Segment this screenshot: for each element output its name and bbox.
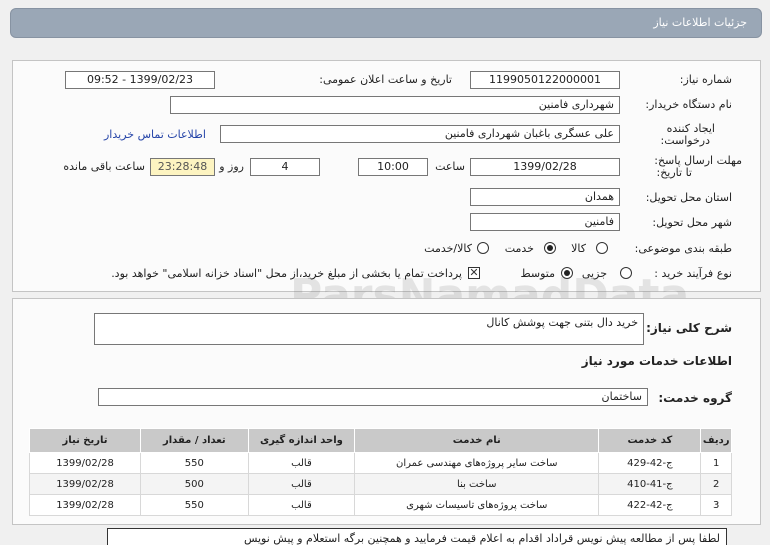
quantity: 500 xyxy=(140,473,249,495)
service-code: ج-42-429 xyxy=(598,452,702,474)
category-goods-service-radio[interactable] xyxy=(477,242,489,254)
category-service-label: خدمت xyxy=(504,242,534,255)
service-name: ساخت بنا xyxy=(354,473,600,495)
city-field: فامنین xyxy=(470,213,620,231)
process-minor-radio[interactable] xyxy=(620,267,632,279)
service-group-field: ساختمان xyxy=(98,388,648,406)
buyer-org-label: نام دستگاه خریدار: xyxy=(645,98,732,111)
days-label: روز و xyxy=(219,160,244,173)
treasury-payment-label: پرداخت تمام یا بخشی از مبلغ خرید،از محل … xyxy=(111,267,462,280)
service-name: ساخت سایر پروژه‌های مهندسی عمران xyxy=(354,452,600,474)
buyer-notes-field: لطفا پس از مطالعه پیش نویس قراداد اقدام … xyxy=(107,528,727,545)
need-info-panel xyxy=(12,60,761,292)
table-header-row: ردیف کد خدمت نام خدمت واحد اندازه گیری ت… xyxy=(28,428,732,453)
need-number-label: شماره نیاز: xyxy=(679,73,732,86)
row-number: 3 xyxy=(700,494,732,516)
col-quantity: تعداد / مقدار xyxy=(140,428,249,453)
summary-field: خرید دال بتنی جهت پوشش کانال xyxy=(94,313,644,345)
services-table: ردیف کد خدمت نام خدمت واحد اندازه گیری ت… xyxy=(28,428,732,516)
buyer-org-field: شهرداری فامنین xyxy=(170,96,620,114)
table-row: 3 ج-42-422 ساخت پروژه‌های تاسیسات شهری ق… xyxy=(28,494,732,516)
service-group-label: گروه خدمت: xyxy=(658,391,732,405)
deadline-time-label: ساعت xyxy=(435,160,465,173)
need-number-field: 1199050122000001 xyxy=(470,71,620,89)
deadline-time-field: 10:00 xyxy=(358,158,428,176)
deadline-date-field: 1399/02/28 xyxy=(470,158,620,176)
province-field: همدان xyxy=(470,188,620,206)
unit: قالب xyxy=(247,452,356,474)
deadline-label-2: تا تاریخ: xyxy=(656,166,692,179)
quantity: 550 xyxy=(140,452,249,474)
service-name: ساخت پروژه‌های تاسیسات شهری xyxy=(354,494,600,516)
col-row-number: ردیف xyxy=(700,428,732,453)
table-row: 2 ج-41-410 ساخت بنا قالب 500 1399/02/28 xyxy=(28,473,732,495)
remaining-time-label: ساعت باقی مانده xyxy=(63,160,145,173)
quantity: 550 xyxy=(140,494,249,516)
process-minor-label: جزیی xyxy=(581,267,607,280)
need-date: 1399/02/28 xyxy=(28,494,142,516)
creator-field: علی عسگری باغبان شهرداری فامنین xyxy=(220,125,620,143)
need-date: 1399/02/28 xyxy=(28,473,142,495)
category-goods-radio[interactable] xyxy=(596,242,608,254)
page-header: جزئیات اطلاعات نیاز xyxy=(10,8,762,38)
province-label: استان محل تحویل: xyxy=(645,191,732,204)
need-date: 1399/02/28 xyxy=(28,452,142,474)
table-row: 1 ج-42-429 ساخت سایر پروژه‌های مهندسی عم… xyxy=(28,452,732,474)
col-service-name: نام خدمت xyxy=(354,428,600,453)
remaining-days-field: 4 xyxy=(250,158,320,176)
announce-datetime-label: تاریخ و ساعت اعلان عمومی: xyxy=(319,73,452,86)
page-title: جزئیات اطلاعات نیاز xyxy=(653,16,747,29)
unit: قالب xyxy=(247,494,356,516)
row-number: 1 xyxy=(700,452,732,474)
city-label: شهر محل تحویل: xyxy=(652,216,732,229)
services-section-title: اطلاعات خدمات مورد نیاز xyxy=(581,354,732,368)
summary-label: شرح کلی نیاز: xyxy=(646,321,732,335)
process-medium-radio[interactable] xyxy=(561,267,573,279)
category-goods-label: کالا xyxy=(571,242,586,255)
col-unit: واحد اندازه گیری xyxy=(247,428,356,453)
process-label: نوع فرآیند خرید : xyxy=(654,267,732,280)
creator-label-2: درخواست: xyxy=(660,134,710,147)
category-label: طبقه بندی موضوعی: xyxy=(634,242,732,255)
remaining-time-field: 23:28:48 xyxy=(150,158,215,176)
col-need-date: تاریخ نیاز xyxy=(28,428,142,453)
service-code: ج-42-422 xyxy=(598,494,702,516)
announce-datetime-field: 1399/02/23 - 09:52 xyxy=(65,71,215,89)
service-code: ج-41-410 xyxy=(598,473,702,495)
buyer-contact-link[interactable]: اطلاعات تماس خریدار xyxy=(104,128,206,141)
process-medium-label: متوسط xyxy=(520,267,555,280)
unit: قالب xyxy=(247,473,356,495)
col-service-code: کد خدمت xyxy=(598,428,702,453)
category-service-radio[interactable] xyxy=(544,242,556,254)
row-number: 2 xyxy=(700,473,732,495)
treasury-payment-checkbox[interactable]: ✕ xyxy=(468,267,480,279)
category-goods-service-label: کالا/خدمت xyxy=(424,242,472,255)
